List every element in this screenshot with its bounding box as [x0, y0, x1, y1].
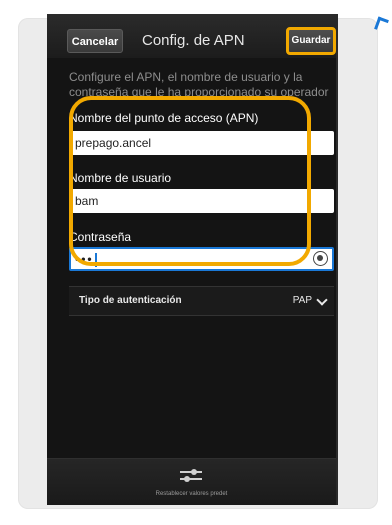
auth-type-value: PAP [292, 295, 312, 306]
password-label: Contraseña [69, 230, 132, 244]
password-input[interactable]: ••• [69, 247, 334, 271]
instructions-text: Configure el APN, el nombre de usuario y… [69, 70, 329, 99]
show-password-icon[interactable] [313, 251, 328, 266]
reset-defaults-icon[interactable] [180, 468, 202, 482]
apn-input[interactable]: prepago.ancel [69, 131, 334, 155]
bottom-action-bar: Restablecer valores predet [47, 458, 336, 505]
reset-defaults-label[interactable]: Restablecer valores predet [47, 491, 336, 497]
page-title: Config. de APN [142, 32, 245, 49]
password-dots: ••• [75, 252, 94, 266]
auth-type-dropdown[interactable]: Tipo de autenticación PAP [69, 286, 334, 316]
username-input[interactable]: bam [69, 189, 334, 213]
text-caret [94, 252, 97, 267]
username-label: Nombre de usuario [69, 171, 172, 185]
auth-type-label: Tipo de autenticación [79, 295, 182, 306]
screen-edge [336, 14, 338, 505]
title-bar: Cancelar Config. de APN Guardar [47, 14, 336, 58]
save-button[interactable]: Guardar [286, 27, 336, 55]
apn-label: Nombre del punto de acceso (APN) [69, 111, 259, 125]
chevron-down-icon [316, 294, 328, 306]
phone-screen: Cancelar Config. de APN Guardar Configur… [47, 14, 336, 505]
cancel-button[interactable]: Cancelar [67, 29, 123, 53]
